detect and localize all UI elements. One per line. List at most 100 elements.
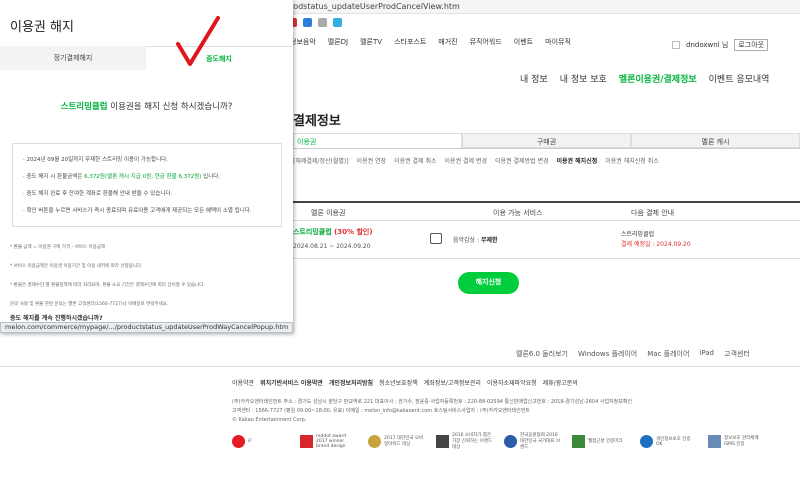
nav-item[interactable]: 이벤트 [514,37,533,47]
filter-item[interactable]: 이용권 결제 변경 [445,156,487,165]
award-badges: iF reddot award 2017 winner brand design 2… [232,432,766,450]
footer-links: 멜론6.0 둘러보기 Windows 플레이어 Mac 플레이어 iPad 고객센터 [516,349,750,359]
action-filters: [해제결제/정산(월별)] 이용권 연장 이용권 결제 취소 이용권 결제 변경 이용권… [293,156,659,165]
tab-regular-cancel[interactable]: 정기결제해지 [0,46,146,70]
badge-label: 개인정보보호 인증 OK [656,436,691,447]
main-nav: 정보음악 멜론DJ 멜론TV 스타포스트 매거진 뮤직어워드 이벤트 마이뮤직 [290,37,571,47]
cancel-popup: 이용권 해지 정기결제해지 중도해지 스트리밍클럽 이용권을 해지 신청 하시겠… [0,0,293,333]
legal-link[interactable]: 개인정보처리방침 [329,378,373,387]
note-line: * 환불은 결제수단 별 환불정책에 따라 처리되며, 환불 소요 기간은 결제… [10,283,205,288]
bookmark-icon-4[interactable] [333,17,342,27]
sub-nav-item[interactable]: 이벤트 응모내역 [709,72,770,85]
tab-1[interactable]: 구매권 [462,133,631,148]
info-text: 확인 버튼을 누르면 서비스가 즉시 종료되며 유료이용 고객에게 제공되는 모… [26,208,252,214]
footer-link[interactable]: Windows 플레이어 [578,349,637,359]
user-name: dndoxwnl 님 [686,41,729,49]
nav-item[interactable]: 멜론DJ [328,37,348,47]
badge-label: 웹접근성 인증마크 [588,439,623,444]
my-info-nav: 내 정보 내 정보 보호 멜론이용권/결제정보 이벤트 응모내역 [520,72,769,85]
sub-nav-item[interactable]: 내 정보 보호 [560,72,607,85]
filter-prefix: [해제결제/정산(월별)] [293,158,349,165]
info-text: 중도 해지 완료 후 잔여한 계좌로 환불해 안내 받을 수 있습니다. [26,191,173,197]
note-line: * 환불 금액 = 이용권 구매 가격 - 서비스 이용금액 [10,245,106,250]
checkmark-icon [176,16,220,66]
logout-button[interactable]: 로그아웃 [734,39,769,51]
refund-amount: 6,372원(멜론 캐시 지급 0원, 현금 환불 6,372원) [84,174,202,180]
bookmark-icon-3[interactable] [318,17,327,27]
award-badge: 웹접근성 인증마크 [572,434,630,448]
badge-label: 2017 대한민국 모바일어워드 대상 [384,436,424,447]
popup-title: 이용권 해지 [10,20,74,35]
badge-label: reddot award 2017 winner brand design [316,433,347,449]
award-badge: 개인정보보호 인증 OK [640,434,698,448]
service-info: 음악감상 : 무제한 [453,237,498,244]
nav-item[interactable]: 정보음악 [290,37,316,47]
nav-item[interactable]: 뮤직어워드 [470,37,502,47]
bookmark-icon-2[interactable] [303,17,312,27]
col-header-payment: 다음 결제 안내 [631,209,675,217]
company-info: (주)카카오엔터테인먼트 주소 : 경기도 성남시 분당구 판교역로 221 대… [232,398,792,425]
footer-link[interactable]: 고객센터 [724,349,750,359]
badge-logo-icon [708,434,721,448]
filter-item[interactable]: 이용권 결제 취소 [394,156,436,165]
table-header: 멜론 이용권 이용 가능 서비스 다음 결제 안내 [293,201,800,221]
info-item: · 2024년 09월 20일까지 무제한 스트리밍 이용이 가능합니다. [23,157,168,163]
legal-link[interactable]: 위치기반서비스 이용약관 [260,378,323,387]
legal-links: 이용약관 위치기반서비스 이용약관 개인정보처리방침 청소년보호정책 계좌정보/고객정보… [232,378,578,387]
status-bar-url: melon.com/commerce/mypage/.../productsta… [0,322,293,333]
address-bar[interactable]: prodstatus_updateUserProdCancelView.htm [283,0,800,14]
badge-label: 2016 소비자가 뽑은 가장 신뢰하는 브랜드 대상 [452,433,493,450]
award-badge: reddot award 2017 winner brand design [300,434,358,449]
confirm-text: 중도 해지를 계속 진행하시겠습니까? [10,315,103,322]
sub-nav-item[interactable]: 내 정보 [520,72,548,85]
product-period: 2024.08.21 ~ 2024.09.20 [293,243,371,250]
badge-logo-icon [368,434,381,448]
cancel-question: 스트리밍클럽 이용권을 해지 신청 하시겠습니까? [60,102,233,112]
filter-item[interactable]: 이용권 해지신청 [557,156,598,165]
user-area: dndoxwnl 님 로그아웃 [672,39,769,51]
cancel-request-button[interactable]: 해지신청 [458,272,519,294]
award-badge: 2017 대한민국 모바일어워드 대상 [368,434,426,448]
filter-item[interactable]: 이용권 해지신청 취소 [605,156,659,165]
footer-link[interactable]: Mac 플레이어 [647,349,689,359]
company-info-line: (주)카카오엔터테인먼트 주소 : 경기도 성남시 분당구 판교역로 221 대… [232,399,633,405]
nav-item[interactable]: 매거진 [438,37,457,47]
nav-item[interactable]: 마이뮤직 [545,37,571,47]
filter-item[interactable]: 이용권 결제방법 변경 [495,156,549,165]
sub-nav-item[interactable]: 멜론이용권/결제정보 [619,72,697,85]
badge-logo-icon [232,434,245,448]
legal-link[interactable]: 이용자소재파악요청 [487,378,537,387]
nav-item[interactable]: 멜론TV [360,37,382,47]
legal-link[interactable]: 제휴/광고문의 [543,378,578,387]
payment-tabs: 이용권 구매권 멜론 캐시 [293,133,800,149]
company-info-line: © Kakao Entertainment Corp. [232,417,307,423]
award-badge: 한국음원협회 2016 대한민국 국가대표 브랜드 [504,432,562,450]
legal-link[interactable]: 계좌정보/고객정보관리 [424,378,481,387]
footer-link[interactable]: iPad [699,349,714,359]
tab-2[interactable]: 멜론 캐시 [631,133,800,148]
badge-logo-icon [572,434,585,448]
bookmark-icons [288,16,342,28]
note-line: 문의 사항 및 환불 관련 문의는 멜론 고객센터(1566-7727)나 이메… [10,302,169,307]
badge-logo-icon [504,434,517,448]
device-icon [430,233,442,244]
note-line: * 서비스 이용금액은 이용권 이용기간 및 이용 내역에 따라 산정됩니다. [10,264,143,269]
award-badge: 정보보호 관리체계 ISMS 인증 [708,434,766,448]
table-row: 스트리밍클럽 (30% 할인) 2024.08.21 ~ 2024.09.20 … [293,221,800,259]
tab-0[interactable]: 이용권 [293,133,462,148]
cancel-info-box: · 2024년 09월 20일까지 무제한 스트리밍 이용이 가능합니다. · 중… [12,143,282,227]
info-item: · 확인 버튼을 누르면 서비스가 즉시 종료되며 유료이용 고객에게 제공되는… [23,208,252,214]
filter-item[interactable]: 이용권 연장 [357,156,387,165]
award-badge: 2016 소비자가 뽑은 가장 신뢰하는 브랜드 대상 [436,432,494,450]
col-header-product: 멜론 이용권 [311,209,346,217]
badge-label: 정보보호 관리체계 ISMS 인증 [724,436,759,447]
nav-item[interactable]: 스타포스트 [394,37,426,47]
page-title: 결제정보 [293,114,341,129]
legal-link[interactable]: 청소년보호정책 [379,378,418,387]
legal-link[interactable]: 이용약관 [232,378,254,387]
info-text: 2024년 09월 20일까지 무제한 스트리밍 이용이 가능합니다. [26,157,168,163]
footer-link[interactable]: 멜론6.0 둘러보기 [516,349,568,359]
payment-name: 스트리밍클럽 [621,231,655,238]
award-badge: iF [232,434,290,448]
cancel-notes: * 환불 금액 = 이용권 구매 가격 - 서비스 이용금액 * 서비스 이용금액… [10,238,286,314]
